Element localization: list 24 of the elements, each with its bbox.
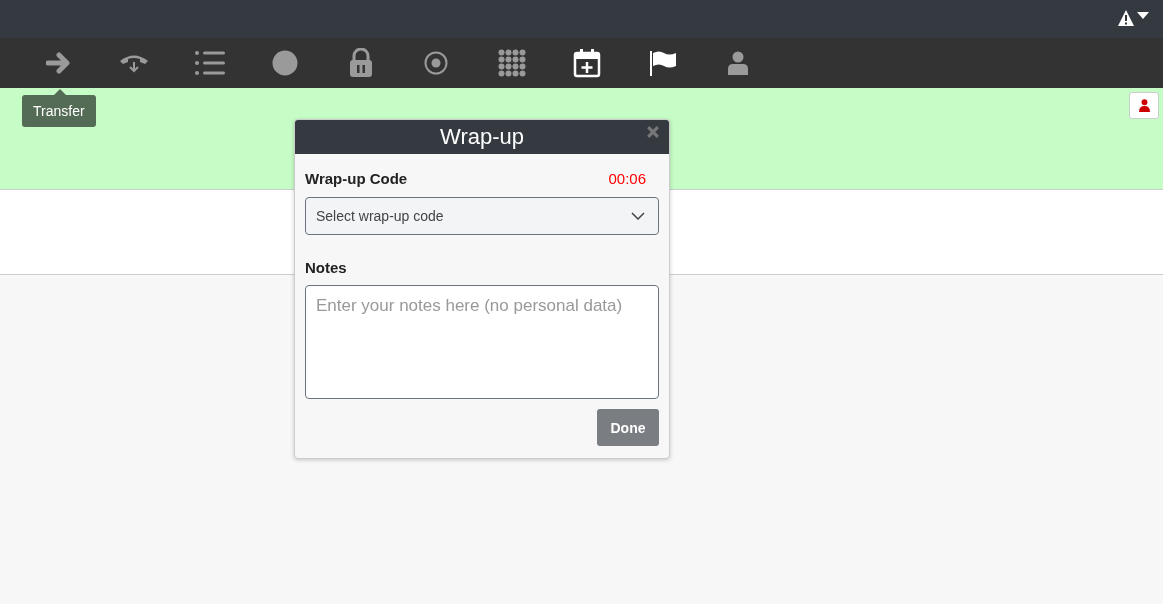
close-icon[interactable] [647, 126, 659, 138]
notes-field[interactable]: Enter your notes here (no personal data) [305, 285, 659, 399]
list-icon[interactable] [193, 50, 226, 76]
user-icon[interactable] [728, 51, 749, 75]
select-field[interactable]: Select wrap-up code [305, 197, 659, 235]
arrow-icon[interactable] [45, 51, 72, 75]
flag-icon[interactable] [648, 50, 677, 76]
chevron-icon [631, 212, 645, 220]
timer: 00:06 [608, 170, 646, 187]
phone-icon[interactable] [119, 53, 150, 73]
calendar-plus-icon[interactable] [573, 48, 602, 78]
tooltip-pointer [54, 89, 66, 95]
warning-icon[interactable] [1117, 9, 1149, 27]
dialog-title: Wrap-up [440, 124, 524, 150]
done-button[interactable]: Done [597, 409, 659, 446]
user-icon [1138, 99, 1150, 112]
record-icon[interactable] [424, 51, 449, 75]
user-button[interactable] [1129, 92, 1159, 119]
dialpad-icon[interactable] [497, 49, 526, 77]
field-label: Wrap-up Code [305, 170, 408, 187]
field-label: Notes [305, 259, 348, 276]
circle-icon[interactable] [272, 50, 299, 76]
tooltip: Transfer [22, 95, 96, 127]
lock-icon[interactable] [348, 48, 373, 78]
